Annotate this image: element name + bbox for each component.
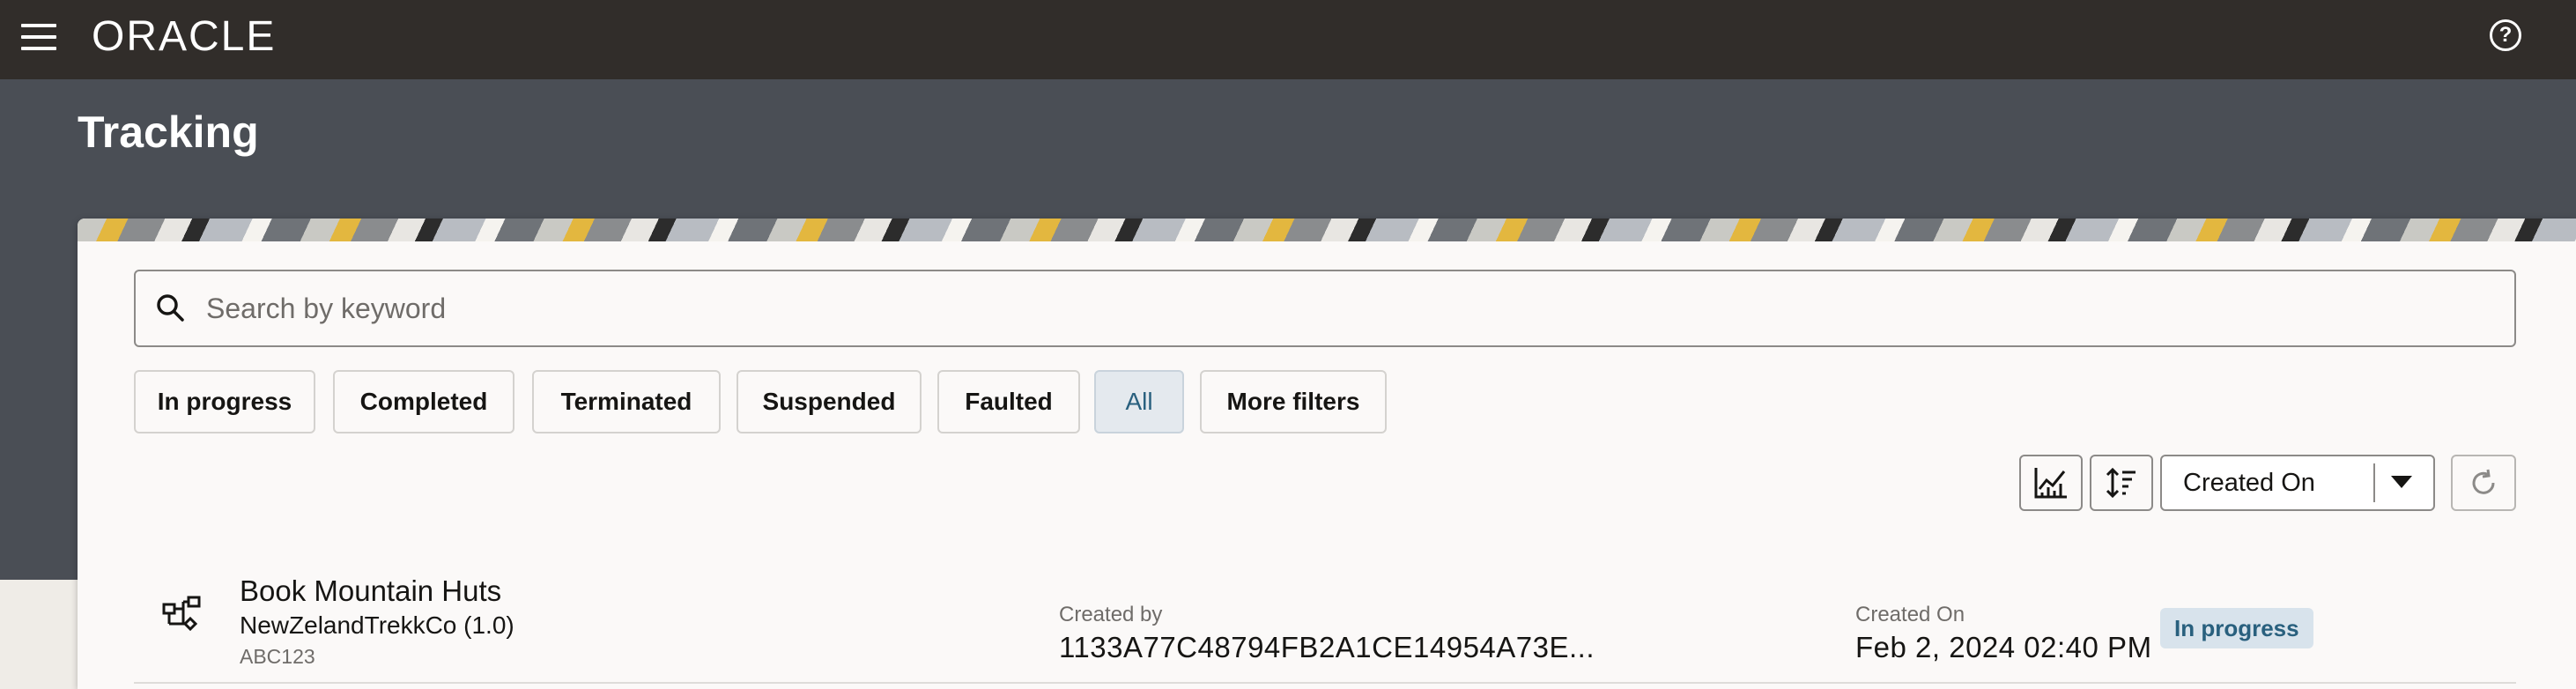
- created-on-label: Created On: [1855, 603, 1965, 626]
- created-by-label: Created by: [1059, 603, 1163, 626]
- oracle-logo[interactable]: ORACLE: [92, 11, 276, 63]
- instance-application: NewZelandTrekkCo (1.0): [240, 611, 514, 639]
- sort-order-button[interactable]: [2090, 455, 2153, 511]
- search-box[interactable]: [134, 270, 2516, 347]
- created-on-value: Feb 2, 2024 02:40 PM: [1855, 631, 2152, 663]
- page-title: Tracking: [78, 107, 259, 157]
- refresh-icon: [2472, 469, 2495, 494]
- chart-icon: [2034, 468, 2067, 499]
- select-divider: [2373, 463, 2375, 502]
- decorative-banner: [78, 219, 2576, 241]
- chart-button[interactable]: [2019, 455, 2083, 511]
- created-by-value: 1133A77C48794FB2A1CE14954A73E...: [1059, 631, 1595, 663]
- hamburger-menu-icon[interactable]: [21, 24, 56, 50]
- help-icon[interactable]: ?: [2490, 19, 2521, 51]
- instance-id: ABC123: [240, 645, 315, 668]
- search-input[interactable]: [206, 284, 2497, 333]
- refresh-button[interactable]: [2451, 455, 2516, 511]
- filter-completed[interactable]: Completed: [333, 370, 514, 433]
- tracking-panel: In progress Completed Terminated Suspend…: [78, 219, 2576, 689]
- top-bar: ORACLE ?: [0, 0, 2576, 79]
- filter-suspended[interactable]: Suspended: [737, 370, 922, 433]
- filter-faulted[interactable]: Faulted: [937, 370, 1080, 433]
- sort-by-value: Created On: [2183, 469, 2315, 497]
- list-item[interactable]: Book Mountain Huts NewZelandTrekkCo (1.0…: [134, 553, 2516, 684]
- sort-order-icon: [2106, 467, 2136, 499]
- instance-title[interactable]: Book Mountain Huts: [240, 574, 501, 608]
- filter-in-progress[interactable]: In progress: [134, 370, 315, 433]
- filter-terminated[interactable]: Terminated: [532, 370, 721, 433]
- process-flow-icon: [162, 596, 201, 632]
- filter-more-filters[interactable]: More filters: [1200, 370, 1387, 433]
- status-badge: In progress: [2160, 608, 2313, 648]
- sort-by-select[interactable]: Created On: [2160, 455, 2435, 511]
- search-icon: [157, 294, 184, 322]
- chevron-down-icon[interactable]: [2391, 476, 2412, 488]
- filter-all[interactable]: All: [1094, 370, 1184, 433]
